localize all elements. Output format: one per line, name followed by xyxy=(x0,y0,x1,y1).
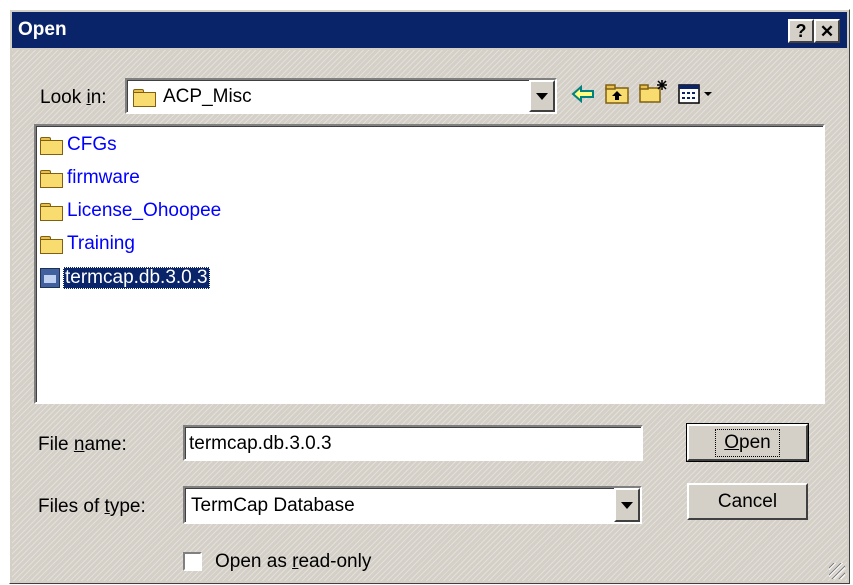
folder-icon xyxy=(40,202,63,221)
up-folder-button[interactable] xyxy=(602,80,632,108)
close-button[interactable]: ✕ xyxy=(814,19,840,43)
back-arrow-icon xyxy=(571,84,594,104)
view-menu-button[interactable] xyxy=(676,80,716,108)
file-list[interactable]: CFGs firmware License_Ohoopee Training t… xyxy=(34,124,825,404)
view-menu-icon xyxy=(678,84,712,104)
look-in-value: ACP_Misc xyxy=(163,86,252,107)
cancel-button[interactable]: Cancel xyxy=(687,483,808,520)
chevron-down-icon xyxy=(536,92,548,100)
title-bar[interactable]: Open ? ✕ xyxy=(12,12,847,48)
database-file-icon xyxy=(40,268,60,288)
dialog-body: Look in: ACP_Misc CFGs firmware License_… xyxy=(12,50,847,581)
close-icon: ✕ xyxy=(819,21,835,41)
file-type-dropdown-button[interactable] xyxy=(614,488,640,522)
list-item[interactable]: CFGs xyxy=(40,131,119,159)
folder-icon xyxy=(40,136,63,155)
list-item[interactable]: License_Ohoopee xyxy=(40,197,223,225)
list-item[interactable]: Training xyxy=(40,230,137,258)
list-item-selected[interactable]: termcap.db.3.0.3 xyxy=(40,264,210,292)
open-dialog: Open ? ✕ Look in: ACP_Misc CFGs firmware… xyxy=(9,9,850,584)
help-icon: ? xyxy=(795,21,807,41)
folder-icon xyxy=(40,235,63,254)
look-in-combo[interactable]: ACP_Misc xyxy=(125,78,557,114)
look-in-dropdown-button[interactable] xyxy=(529,80,555,112)
chevron-down-icon xyxy=(621,501,633,509)
help-button[interactable]: ? xyxy=(788,19,814,43)
new-folder-button[interactable] xyxy=(638,78,668,106)
list-item[interactable]: firmware xyxy=(40,164,142,192)
read-only-label[interactable]: Open as read-only xyxy=(215,551,371,573)
read-only-checkbox[interactable] xyxy=(183,552,202,571)
file-name-input[interactable]: termcap.db.3.0.3 xyxy=(183,425,643,461)
window-title: Open xyxy=(18,19,67,40)
file-type-label: Files of type: xyxy=(38,496,146,517)
look-in-label: Look in: xyxy=(40,87,107,108)
folder-icon xyxy=(40,169,63,188)
open-button[interactable]: Open xyxy=(686,423,809,462)
up-folder-icon xyxy=(605,84,629,104)
back-button[interactable] xyxy=(568,80,598,108)
file-type-select[interactable]: TermCap Database xyxy=(183,486,642,524)
folder-icon xyxy=(133,88,156,107)
file-name-label: File name: xyxy=(38,434,127,455)
new-folder-icon xyxy=(639,80,667,103)
resize-grip[interactable] xyxy=(829,563,845,579)
